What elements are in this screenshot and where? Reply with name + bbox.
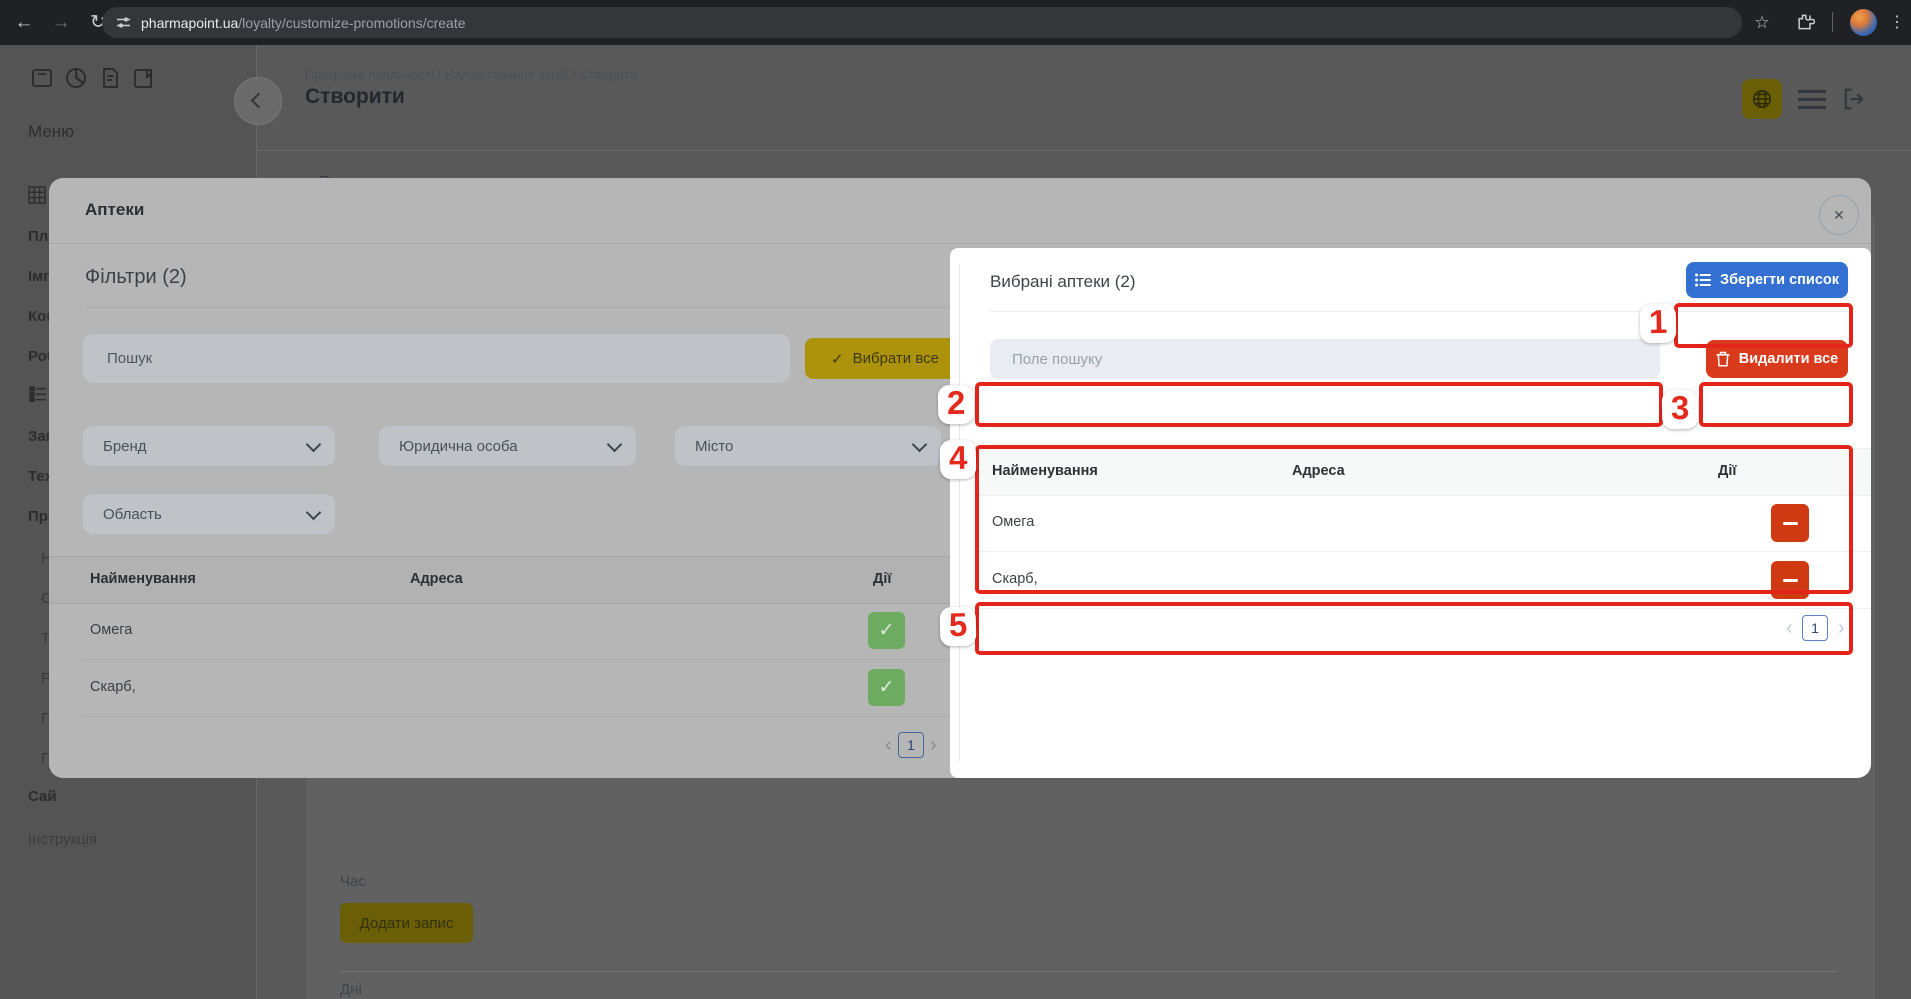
table-row: Омега ✓ <box>49 603 965 659</box>
trash-icon <box>1716 351 1730 367</box>
breadcrumb: Програма лояльності / Налаштування акцій… <box>305 67 637 82</box>
save-list-button[interactable]: Зберегти список <box>1686 262 1848 298</box>
language-button[interactable] <box>1742 79 1782 119</box>
table-bottom-divider <box>83 716 965 717</box>
chevron-down-icon <box>305 504 322 521</box>
annotation-number-2: 2 <box>937 384 975 424</box>
city-dropdown-label: Місто <box>695 437 734 455</box>
screenshot-root: ← → ↻ pharmapoint.ua/loyalty/customize-p… <box>0 0 1911 999</box>
address-bar[interactable]: pharmapoint.ua/loyalty/customize-promoti… <box>102 7 1742 38</box>
menu-title: Меню <box>28 122 74 141</box>
archive-box-icon[interactable] <box>30 66 54 95</box>
document-icon[interactable] <box>98 66 122 95</box>
region-dropdown-label: Область <box>103 505 162 523</box>
annotation-number-1: 1 <box>1639 303 1677 343</box>
time-label: Час <box>340 873 366 890</box>
header-divider <box>257 150 1911 151</box>
annotation-number-4: 4 <box>939 439 977 479</box>
book-icon[interactable] <box>132 66 156 95</box>
annotation-number-5: 5 <box>939 606 977 646</box>
annotation-box-1 <box>1674 303 1853 348</box>
sidebar-item-site[interactable]: Сай <box>28 788 57 805</box>
pharmacy-name: Омега <box>90 622 133 638</box>
select-all-label: Вибрати все <box>852 350 939 367</box>
toolbar-divider <box>1832 12 1833 32</box>
city-dropdown[interactable]: Місто <box>675 426 941 466</box>
annotation-box-5 <box>975 602 1853 655</box>
logout-icon[interactable] <box>1840 85 1868 118</box>
browser-back-icon[interactable]: ← <box>10 9 38 37</box>
pagination-page-1[interactable]: 1 <box>898 732 924 758</box>
column-header-actions: Дії <box>873 571 892 587</box>
browser-forward-icon[interactable]: → <box>47 9 75 37</box>
check-icon: ✓ <box>878 677 895 698</box>
modal-search-input[interactable] <box>83 334 790 383</box>
panel-title: Вибрані аптеки (2) <box>990 272 1136 291</box>
site-settings-icon[interactable] <box>116 15 131 30</box>
panel-left-divider <box>959 265 960 761</box>
annotation-box-2 <box>975 382 1663 427</box>
chevron-down-icon <box>305 436 322 453</box>
extensions-icon[interactable] <box>1795 12 1816 37</box>
check-icon: ✓ <box>878 620 895 641</box>
brand-dropdown[interactable]: Бренд <box>83 426 335 466</box>
close-icon: ✕ <box>1833 206 1845 223</box>
add-record-button[interactable]: Додати запис <box>340 903 473 943</box>
check-icon: ✓ <box>831 350 844 368</box>
region-dropdown[interactable]: Область <box>83 494 335 534</box>
pharmacy-name: Скарб, <box>90 679 136 695</box>
list-icon[interactable] <box>29 386 47 407</box>
form-divider <box>340 971 1837 972</box>
browser-menu-icon[interactable]: ⋮ <box>1883 9 1911 37</box>
url-text: pharmapoint.ua/loyalty/customize-promoti… <box>141 15 466 31</box>
select-row-button[interactable]: ✓ <box>868 612 905 649</box>
pagination-prev-icon[interactable]: ‹ <box>885 732 892 758</box>
bookmark-star-icon[interactable]: ☆ <box>1748 9 1776 37</box>
annotation-box-4 <box>975 445 1853 594</box>
globe-icon <box>1753 90 1771 108</box>
column-header-name: Найменування <box>90 571 196 587</box>
pie-chart-icon[interactable] <box>64 66 88 95</box>
chevron-down-icon <box>911 436 928 453</box>
modal-close-button[interactable]: ✕ <box>1819 195 1859 235</box>
select-row-button[interactable]: ✓ <box>868 669 905 706</box>
chevron-left-icon <box>250 92 267 109</box>
pagination-next-icon[interactable]: › <box>930 732 937 758</box>
save-list-label: Зберегти список <box>1719 272 1840 288</box>
legal-entity-dropdown[interactable]: Юридична особа <box>379 426 636 466</box>
modal-title: Аптеки <box>85 200 145 219</box>
chevron-down-icon <box>606 436 623 453</box>
list-check-icon <box>1695 273 1711 287</box>
column-header-address: Адреса <box>410 571 463 587</box>
brand-dropdown-label: Бренд <box>103 437 147 455</box>
select-all-button[interactable]: ✓ Вибрати все <box>805 338 965 379</box>
table-row: Скарб, ✓ <box>49 660 965 716</box>
url-path: /loyalty/customize-promotions/create <box>238 14 466 31</box>
hamburger-menu-icon[interactable] <box>1798 90 1826 109</box>
annotation-box-3 <box>1699 382 1853 427</box>
legal-entity-dropdown-label: Юридична особа <box>399 437 518 455</box>
modal-header-divider <box>49 243 1871 244</box>
grid-icon <box>28 186 46 204</box>
panel-search-input[interactable] <box>990 339 1660 379</box>
annotation-number-3: 3 <box>1661 389 1699 429</box>
days-label: Дні <box>340 981 362 998</box>
browser-profile-avatar[interactable] <box>1850 9 1877 36</box>
filters-title: Фільтри (2) <box>85 266 187 288</box>
url-domain: pharmapoint.ua <box>141 14 239 31</box>
delete-all-label: Видалити все <box>1738 351 1839 367</box>
page-title: Створити <box>305 85 405 108</box>
browser-toolbar: ← → ↻ pharmapoint.ua/loyalty/customize-p… <box>0 0 1911 45</box>
sidebar-collapse-button[interactable] <box>234 77 282 125</box>
sidebar-item-instruction[interactable]: Інструкція <box>28 831 97 848</box>
modal-table-header-row: Найменування Адреса Дії <box>49 556 965 604</box>
